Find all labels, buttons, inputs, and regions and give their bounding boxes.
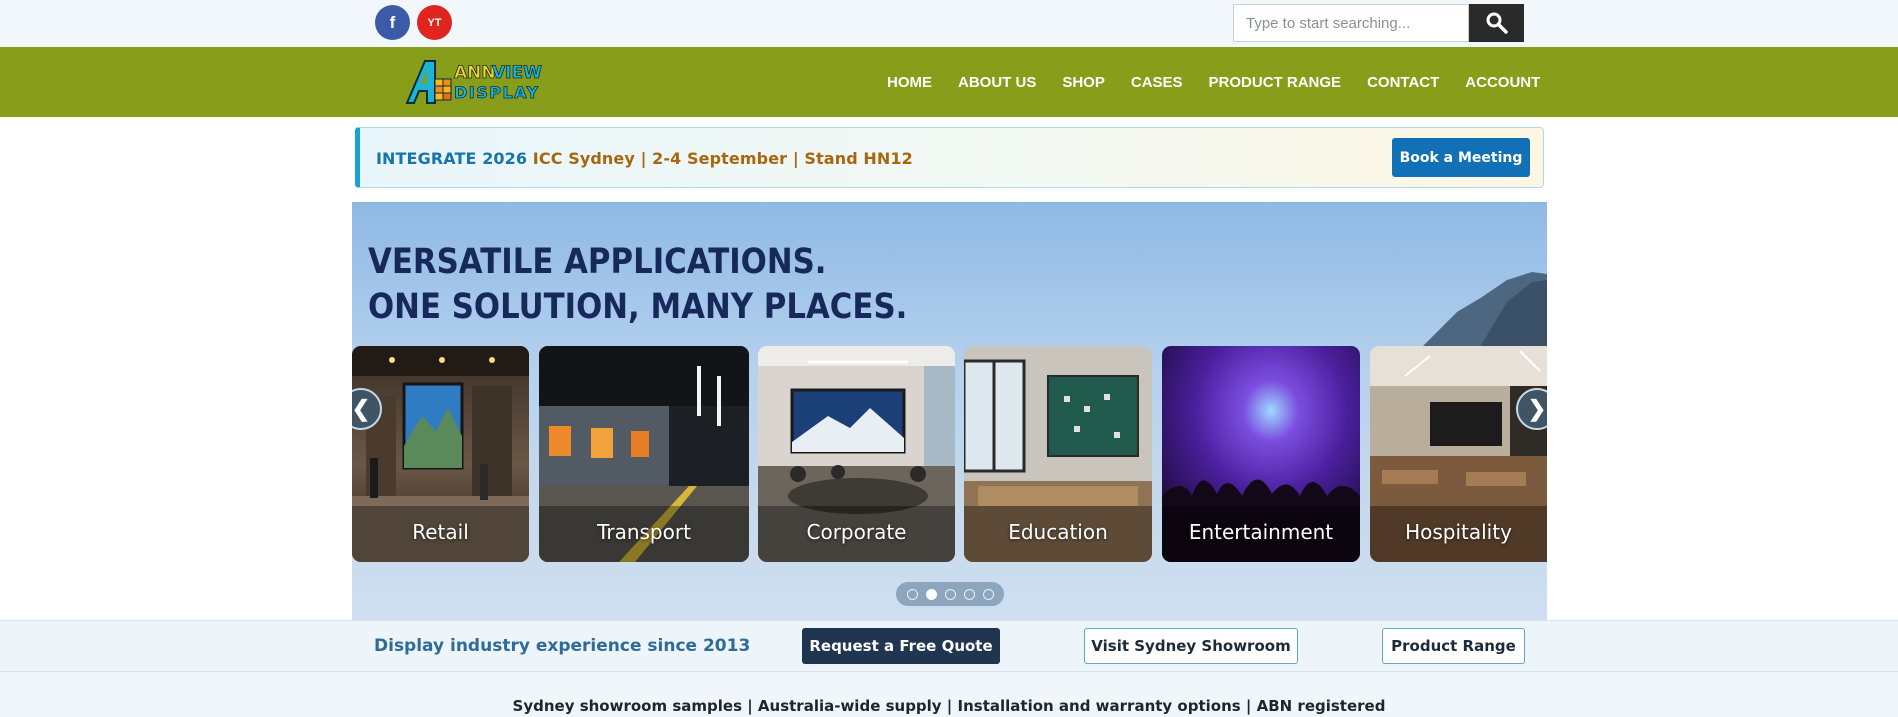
card-label-retail: Retail [412,520,469,544]
nav-cases[interactable]: CASES [1131,74,1183,91]
annview-logo[interactable]: ANN VIEW DISPLAY [405,57,557,107]
search-button[interactable] [1469,4,1524,42]
carousel-dot-3[interactable] [944,588,956,600]
application-card-corporate[interactable]: Corporate [758,346,955,562]
search-input[interactable] [1233,4,1469,42]
product-range-button[interactable]: Product Range [1382,628,1525,664]
nav-product-range[interactable]: PRODUCT RANGE [1209,74,1342,91]
youtube-icon[interactable]: YT [417,5,452,40]
card-label-transport: Transport [597,520,691,544]
application-card-education[interactable]: Education [964,346,1152,562]
event-details: ICC Sydney | 2-4 September | Stand HN12 [527,149,913,168]
application-card-hospitality[interactable]: Hospitality [1370,346,1547,562]
hero-title-line-2: ONE SOLUTION, MANY PLACES. [368,287,908,327]
main-nav: HOME ABOUT US SHOP CASES PRODUCT RANGE C… [887,47,1540,117]
main-header: ANN VIEW DISPLAY HOME ABOUT US SHOP CASE… [0,47,1898,117]
carousel-dot-5[interactable] [982,588,994,600]
request-quote-button[interactable]: Request a Free Quote [802,628,1000,664]
nav-about-us[interactable]: ABOUT US [958,74,1036,91]
chevron-right-icon: ❯ [1527,396,1547,421]
visit-showroom-button[interactable]: Visit Sydney Showroom [1084,628,1298,664]
application-card-entertainment[interactable]: Entertainment [1162,346,1360,562]
nav-home[interactable]: HOME [887,74,932,91]
event-name: INTEGRATE 2026 [376,149,528,168]
book-meeting-button[interactable]: Book a Meeting [1392,138,1530,177]
card-label-entertainment: Entertainment [1188,520,1334,544]
carousel-pagination [896,582,1004,606]
hero-title-line-1: VERSATILE APPLICATIONS. [368,242,827,282]
event-banner-text: INTEGRATE 2026 ICC Sydney | 2-4 Septembe… [376,149,913,168]
carousel-dot-2[interactable] [925,588,937,600]
nav-account[interactable]: ACCOUNT [1465,74,1540,91]
facebook-icon[interactable]: f [375,5,410,40]
hero-title: VERSATILE APPLICATIONS. ONE SOLUTION, MA… [368,240,907,330]
nav-shop[interactable]: SHOP [1062,74,1105,91]
cta-bar: Display industry experience since 2013 R… [0,620,1898,672]
trust-line: Sydney showroom samples | Australia-wide… [512,697,1386,715]
event-banner: INTEGRATE 2026 ICC Sydney | 2-4 Septembe… [355,127,1544,188]
top-bar: f YT [0,0,1898,47]
card-label-corporate: Corporate [806,520,907,544]
svg-text:ANN: ANN [454,63,496,83]
application-card-transport[interactable]: Transport [539,346,749,562]
carousel-dot-1[interactable] [906,588,918,600]
carousel-dot-4[interactable] [963,588,975,600]
svg-text:VIEW: VIEW [492,63,542,83]
chevron-left-icon: ❮ [352,396,371,421]
nav-contact[interactable]: CONTACT [1367,74,1439,91]
search-icon [1486,12,1508,34]
application-card-retail[interactable]: Retail [352,346,529,562]
svg-text:DISPLAY: DISPLAY [454,83,540,102]
hero-carousel: VERSATILE APPLICATIONS. ONE SOLUTION, MA… [352,202,1547,620]
trust-strip: Sydney showroom samples | Australia-wide… [0,672,1898,717]
card-label-education: Education [1008,520,1108,544]
mountain-image [1417,272,1547,352]
experience-text: Display industry experience since 2013 [374,636,751,656]
card-label-hospitality: Hospitality [1405,520,1512,544]
